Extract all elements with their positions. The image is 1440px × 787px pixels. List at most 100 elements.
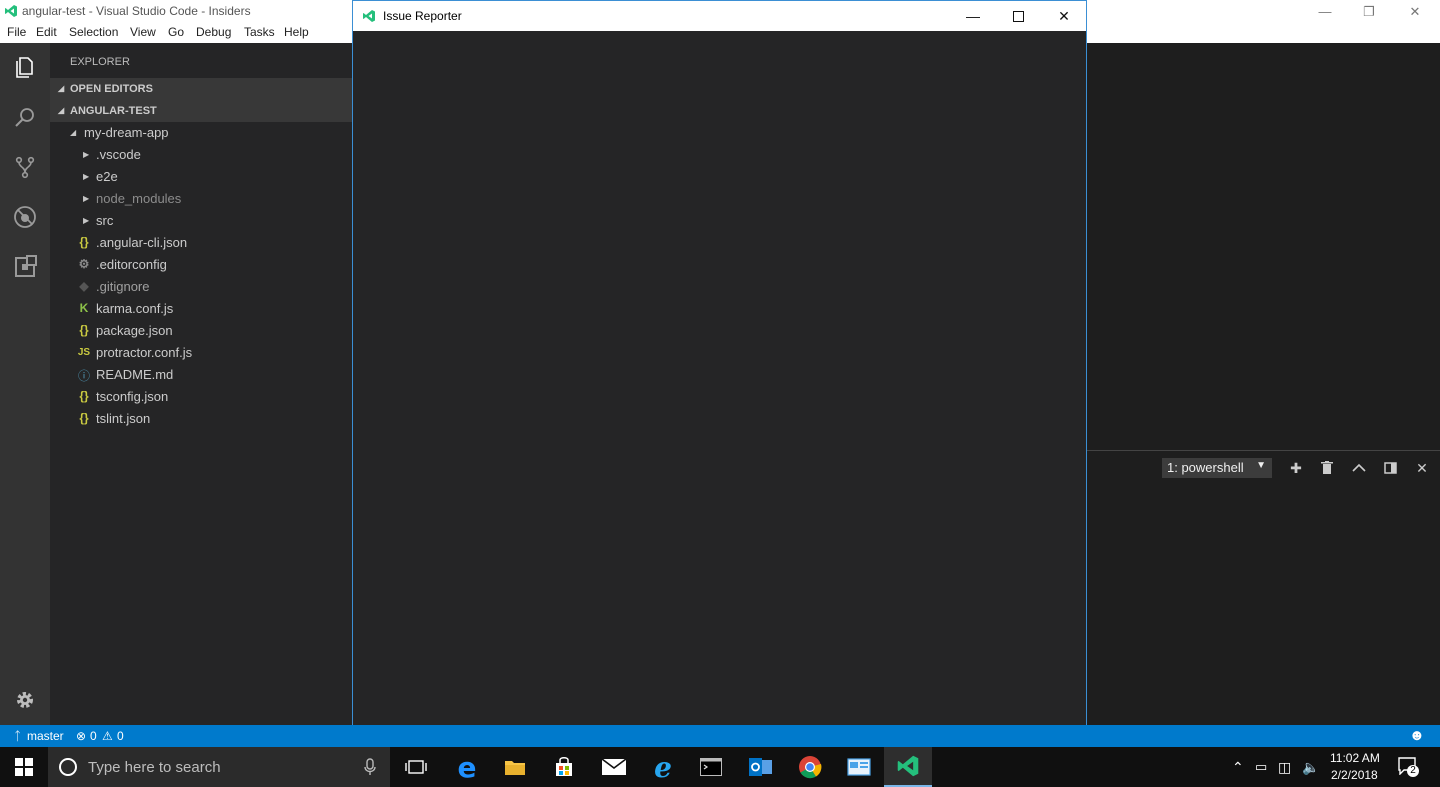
- info-file-icon: ⓘ: [77, 369, 90, 383]
- explorer-icon[interactable]: [0, 43, 50, 91]
- git-file-icon: ◆: [79, 279, 89, 293]
- outlook-icon[interactable]: [737, 747, 785, 787]
- tree-item-editorconfig[interactable]: ⚙ .editorconfig: [50, 254, 353, 276]
- vscode-insiders-taskbar-icon[interactable]: [884, 747, 932, 787]
- vscode-insiders-icon: [363, 10, 375, 22]
- menu-file[interactable]: File: [7, 25, 26, 39]
- trash-icon[interactable]: [1317, 458, 1337, 478]
- error-count[interactable]: 0: [90, 729, 97, 743]
- menu-edit[interactable]: Edit: [36, 25, 57, 39]
- notification-badge: 2: [1407, 765, 1419, 777]
- clock-time[interactable]: 11:02 AM: [1330, 751, 1380, 765]
- chevron-down-icon: ◢: [58, 106, 65, 115]
- edge-browser-icon[interactable]: e: [443, 747, 491, 787]
- cortana-icon: [59, 758, 77, 776]
- volume-muted-icon[interactable]: 🔈: [1302, 759, 1319, 776]
- close-button[interactable]: ✕: [1392, 0, 1438, 23]
- dropdown-arrow-icon: ▼: [1256, 460, 1266, 471]
- source-control-icon[interactable]: [0, 143, 50, 191]
- store-icon[interactable]: [540, 747, 588, 787]
- explorer-sidebar: EXPLORER ◢ OPEN EDITORS ◢ ANGULAR-TEST ◢…: [50, 43, 353, 725]
- javascript-file-icon: JS: [77, 347, 91, 358]
- menu-go[interactable]: Go: [168, 25, 184, 39]
- error-icon: ⊗: [76, 729, 87, 743]
- menu-tasks[interactable]: Tasks: [244, 25, 275, 39]
- warning-icon: ⚠: [102, 729, 113, 743]
- menu-help[interactable]: Help: [284, 25, 309, 39]
- split-panel-icon[interactable]: [1380, 458, 1400, 478]
- workspace-section[interactable]: ◢ ANGULAR-TEST: [50, 100, 353, 122]
- menu-selection[interactable]: Selection: [69, 25, 118, 39]
- extensions-icon[interactable]: [0, 243, 50, 291]
- panel-divider: [1087, 450, 1440, 451]
- close-button[interactable]: ✕: [1041, 1, 1087, 31]
- battery-icon[interactable]: ▭: [1255, 759, 1267, 775]
- windows-start-icon[interactable]: [0, 747, 48, 787]
- issue-reporter-window: Issue Reporter — ✕: [352, 0, 1087, 739]
- tree-item-karma-conf[interactable]: K karma.conf.js: [50, 298, 353, 320]
- activity-bar: [0, 43, 50, 725]
- tree-item-node-modules[interactable]: ▶ node_modules: [50, 188, 353, 210]
- tree-item-src[interactable]: ▶ src: [50, 210, 353, 232]
- debug-icon[interactable]: [0, 193, 50, 241]
- status-bar: ᛏ master ⊗ 0 ⚠ 0 ☻: [0, 725, 1440, 747]
- network-icon[interactable]: ◫: [1278, 759, 1291, 776]
- menu-view[interactable]: View: [130, 25, 156, 39]
- tree-item-vscode[interactable]: ▶ .vscode: [50, 144, 353, 166]
- maximize-panel-icon[interactable]: [1349, 458, 1369, 478]
- tree-item-protractor-conf[interactable]: JS protractor.conf.js: [50, 342, 353, 364]
- maximize-button[interactable]: [995, 1, 1041, 31]
- branch-icon: ᛏ: [14, 729, 22, 743]
- restore-button[interactable]: ❐: [1346, 0, 1392, 23]
- tree-item-tsconfig[interactable]: {} tsconfig.json: [50, 386, 353, 408]
- sidebar-title: EXPLORER: [70, 56, 130, 68]
- tree-item-package-json[interactable]: {} package.json: [50, 320, 353, 342]
- chevron-down-icon: ◢: [58, 84, 65, 93]
- task-view-icon[interactable]: [392, 747, 440, 787]
- command-prompt-icon[interactable]: [687, 747, 735, 787]
- tree-item-readme[interactable]: ⓘ README.md: [50, 364, 353, 386]
- json-file-icon: {}: [79, 235, 89, 249]
- karma-file-icon: K: [79, 301, 89, 315]
- tree-item-gitignore[interactable]: ◆ .gitignore: [50, 276, 353, 298]
- tree-item-my-dream-app[interactable]: ◢ my-dream-app: [50, 122, 353, 144]
- close-panel-icon[interactable]: ✕: [1412, 458, 1432, 478]
- gear-file-icon: ⚙: [78, 257, 90, 271]
- chevron-right-icon: ▶: [83, 172, 90, 181]
- window-title: angular-test - Visual Studio Code - Insi…: [22, 4, 251, 18]
- microphone-icon[interactable]: [364, 758, 376, 776]
- chevron-down-icon: ◢: [70, 128, 77, 137]
- tree-item-angular-cli-json[interactable]: {} .angular-cli.json: [50, 232, 353, 254]
- tree-item-e2e[interactable]: ▶ e2e: [50, 166, 353, 188]
- terminal-select[interactable]: 1: powershell ▼: [1162, 458, 1272, 478]
- internet-explorer-icon[interactable]: e: [639, 747, 687, 787]
- minimize-button[interactable]: —: [950, 1, 996, 31]
- chrome-icon[interactable]: [786, 747, 834, 787]
- search-icon[interactable]: [0, 93, 50, 141]
- feedback-smiley-icon[interactable]: ☻: [1409, 727, 1425, 744]
- issue-reporter-title-bar: Issue Reporter — ✕: [353, 1, 1086, 31]
- minimize-button[interactable]: —: [1302, 0, 1348, 23]
- file-explorer-icon[interactable]: [491, 747, 539, 787]
- search-placeholder: Type here to search: [88, 759, 221, 776]
- chevron-right-icon: ▶: [83, 150, 90, 159]
- json-file-icon: {}: [79, 389, 89, 403]
- tree-item-tslint[interactable]: {} tslint.json: [50, 408, 353, 430]
- menu-debug[interactable]: Debug: [196, 25, 231, 39]
- chevron-right-icon: ▶: [83, 194, 90, 203]
- action-center-icon[interactable]: 2: [1398, 757, 1420, 779]
- new-terminal-button[interactable]: ✚: [1286, 458, 1306, 478]
- mail-icon[interactable]: [590, 747, 638, 787]
- issue-reporter-title: Issue Reporter: [383, 9, 462, 23]
- vscode-insiders-icon: [5, 5, 17, 17]
- taskbar-search-box[interactable]: Type here to search: [48, 747, 390, 787]
- gear-icon[interactable]: [0, 676, 50, 724]
- json-file-icon: {}: [79, 323, 89, 337]
- open-editors-section[interactable]: ◢ OPEN EDITORS: [50, 78, 353, 100]
- show-hidden-icons-icon[interactable]: ⌃: [1232, 759, 1244, 776]
- warning-count[interactable]: 0: [117, 729, 124, 743]
- chevron-right-icon: ▶: [83, 216, 90, 225]
- control-panel-icon[interactable]: [835, 747, 883, 787]
- clock-date[interactable]: 2/2/2018: [1331, 768, 1378, 782]
- branch-name[interactable]: master: [27, 729, 64, 743]
